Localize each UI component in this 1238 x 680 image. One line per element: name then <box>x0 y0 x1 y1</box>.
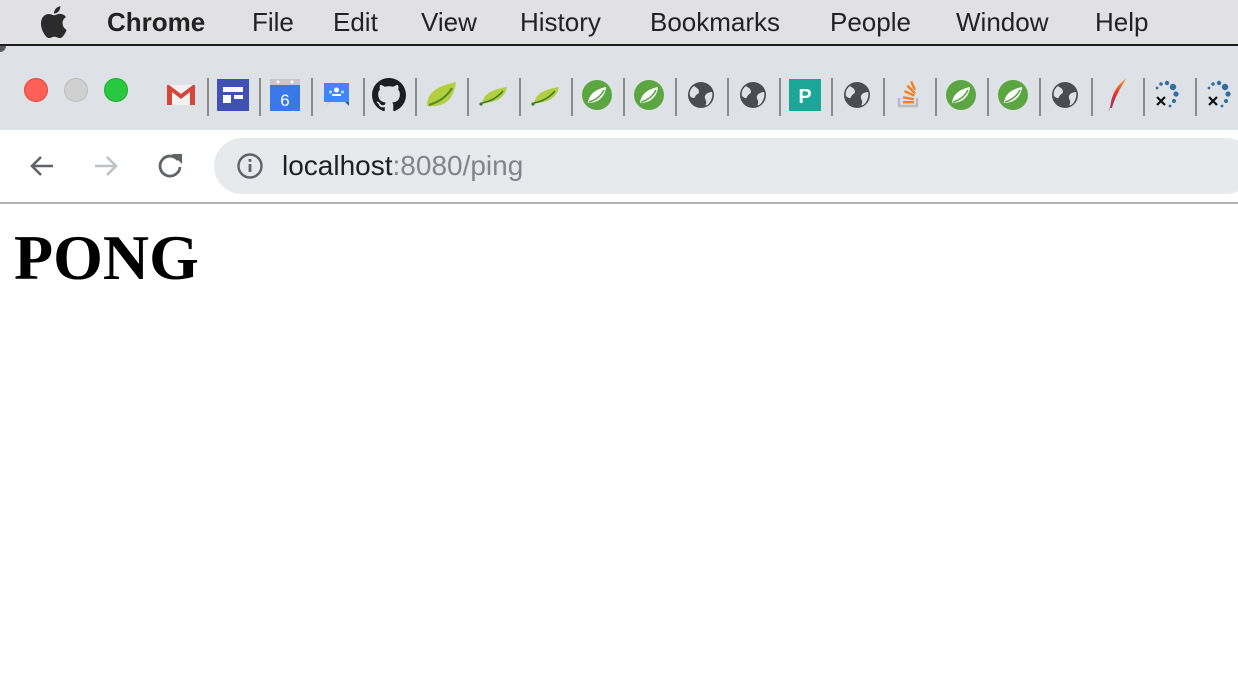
bookmark-spring-leaf-1[interactable] <box>424 78 458 112</box>
bookmark-separator <box>675 78 677 116</box>
spring-leaf-icon <box>531 87 559 106</box>
svg-text:P: P <box>798 86 811 108</box>
reload-icon <box>158 154 182 178</box>
bookmark-separator <box>415 78 417 116</box>
arrow-left-icon <box>30 156 53 176</box>
menu-chrome[interactable]: Chrome <box>107 6 205 38</box>
spring-io-icon <box>582 80 612 110</box>
page-heading: PONG <box>14 222 199 293</box>
bookmark-separator <box>1039 78 1041 116</box>
spring-leaf-icon <box>427 82 456 107</box>
arrow-right-icon <box>95 156 118 176</box>
menu-edit[interactable]: Edit <box>333 6 378 38</box>
bookmark-separator <box>987 78 989 116</box>
menu-window[interactable]: Window <box>956 6 1048 38</box>
bookmark-google-sites[interactable] <box>216 78 250 112</box>
globe-icon <box>688 82 714 108</box>
forward-button[interactable] <box>90 150 122 182</box>
globe-icon <box>1052 82 1078 108</box>
dots-x-icon <box>1155 80 1179 108</box>
bookmark-spring-io-4[interactable] <box>996 78 1030 112</box>
minimize-window-button[interactable] <box>64 78 88 102</box>
bookmark-separator <box>727 78 729 116</box>
reload-button[interactable] <box>154 150 186 182</box>
bookmark-globe-3[interactable] <box>840 78 874 112</box>
bookmark-separator <box>519 78 521 116</box>
bookmark-separator <box>1091 78 1093 116</box>
maximize-window-button[interactable] <box>104 78 128 102</box>
address-bar[interactable]: localhost:8080/ping <box>214 138 1238 194</box>
bookmark-google-classroom[interactable] <box>320 78 354 112</box>
url-text[interactable]: localhost:8080/ping <box>282 148 523 184</box>
menu-help[interactable]: Help <box>1095 6 1148 38</box>
bookmark-dots-2[interactable] <box>1202 78 1236 112</box>
bookmark-pivotal[interactable]: P <box>788 78 822 112</box>
bookmark-stackoverflow[interactable] <box>892 78 926 112</box>
bookmark-globe-1[interactable] <box>684 78 718 112</box>
bookmark-separator <box>363 78 365 116</box>
bookmark-spring-io-3[interactable] <box>944 78 978 112</box>
bookmark-separator <box>1195 78 1197 116</box>
bookmark-globe-4[interactable] <box>1048 78 1082 112</box>
url-port-path: :8080/ping <box>392 150 524 181</box>
github-icon <box>372 78 406 112</box>
browser-title-bar: 6 P <box>0 46 1238 130</box>
dots-x-icon <box>1207 80 1231 108</box>
bookmark-separator <box>207 78 209 116</box>
bookmark-dots-1[interactable] <box>1150 78 1184 112</box>
browser-toolbar: localhost:8080/ping <box>0 130 1238 202</box>
bookmark-separator <box>259 78 261 116</box>
pivotal-icon: P <box>789 79 821 111</box>
bookmark-separator <box>571 78 573 116</box>
info-icon[interactable] <box>236 152 264 180</box>
menu-history[interactable]: History <box>520 6 601 38</box>
spring-io-icon <box>998 80 1028 110</box>
globe-icon <box>740 82 766 108</box>
bookmark-spring-leaf-3[interactable] <box>528 78 562 112</box>
url-host: localhost <box>282 150 393 181</box>
bookmark-separator <box>831 78 833 116</box>
apache-feather-icon <box>1108 79 1126 112</box>
menu-bookmarks[interactable]: Bookmarks <box>650 6 780 38</box>
bookmark-separator <box>935 78 937 116</box>
window-corner <box>0 46 6 52</box>
macos-menu-bar: Chrome File Edit View History Bookmarks … <box>0 0 1238 44</box>
bookmark-github[interactable] <box>372 78 406 112</box>
page-content: PONG <box>0 204 1238 680</box>
close-window-button[interactable] <box>24 78 48 102</box>
bookmark-separator <box>311 78 313 116</box>
back-button[interactable] <box>26 150 58 182</box>
spring-io-icon <box>946 80 976 110</box>
google-classroom-icon <box>324 83 349 106</box>
bookmark-spring-io-1[interactable] <box>580 78 614 112</box>
menu-people[interactable]: People <box>830 6 911 38</box>
gmail-icon <box>167 85 195 105</box>
spring-leaf-icon <box>479 87 507 106</box>
bookmark-spring-leaf-2[interactable] <box>476 78 510 112</box>
apple-logo-icon[interactable] <box>38 6 68 38</box>
bookmark-google-calendar[interactable]: 6 <box>268 78 302 112</box>
bookmark-separator <box>467 78 469 116</box>
bookmark-apache[interactable] <box>1100 78 1134 112</box>
svg-text:6: 6 <box>280 91 289 110</box>
menu-file[interactable]: File <box>252 6 294 38</box>
bookmark-globe-2[interactable] <box>736 78 770 112</box>
menu-view[interactable]: View <box>421 6 477 38</box>
google-sites-icon <box>217 79 249 111</box>
google-calendar-icon: 6 <box>270 79 300 111</box>
spring-io-icon <box>634 80 664 110</box>
bookmark-separator <box>1143 78 1145 116</box>
bookmark-separator <box>623 78 625 116</box>
bookmark-separator <box>883 78 885 116</box>
globe-icon <box>844 82 870 108</box>
bookmark-spring-io-2[interactable] <box>632 78 666 112</box>
bookmark-gmail[interactable] <box>164 78 198 112</box>
stackoverflow-icon <box>897 81 919 108</box>
bookmark-separator <box>779 78 781 116</box>
